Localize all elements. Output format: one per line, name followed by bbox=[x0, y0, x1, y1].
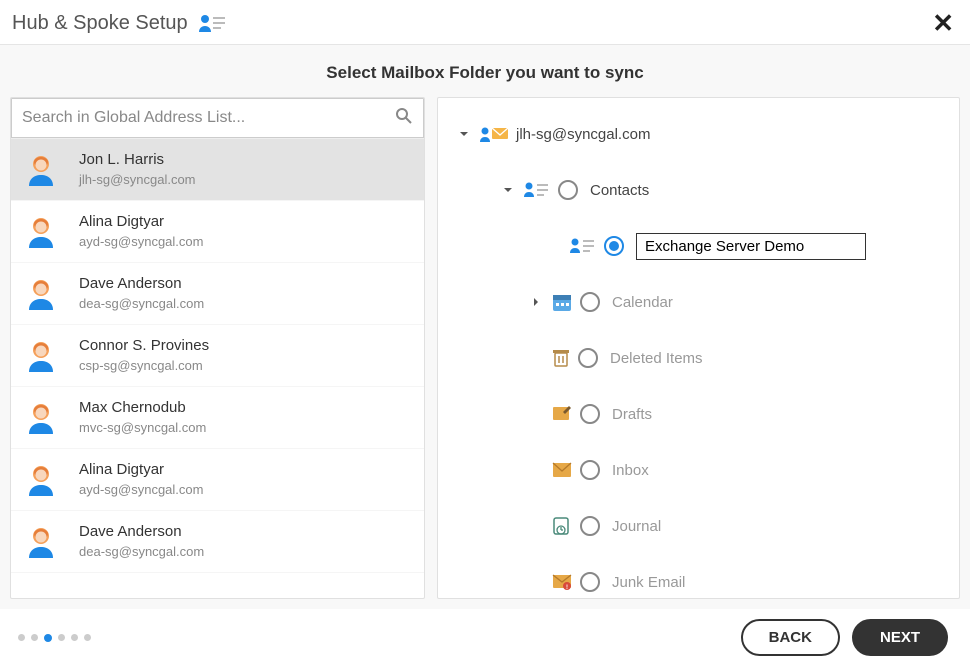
contact-item[interactable]: Alina Digtyar ayd-sg@syncgal.com bbox=[11, 201, 424, 263]
contacts-header-icon bbox=[198, 12, 228, 34]
tree-journal-label: Journal bbox=[612, 518, 661, 535]
contact-email: ayd-sg@syncgal.com bbox=[79, 234, 203, 251]
contact-name: Alina Digtyar bbox=[79, 460, 203, 480]
tree-contacts-label: Contacts bbox=[590, 182, 649, 199]
tree-root-label: jlh-sg@syncgal.com bbox=[516, 126, 650, 143]
caret-down-icon[interactable] bbox=[502, 184, 514, 196]
calendar-icon bbox=[552, 292, 572, 312]
junk-icon: ! bbox=[552, 573, 572, 591]
contact-name: Jon L. Harris bbox=[79, 150, 196, 170]
tree-junk-row[interactable]: ! Junk Email bbox=[450, 564, 947, 599]
step-dot bbox=[71, 634, 78, 641]
contact-item[interactable]: Jon L. Harris jlh-sg@syncgal.com bbox=[11, 139, 424, 201]
avatar bbox=[23, 524, 59, 560]
tree-journal-row[interactable]: Journal bbox=[450, 508, 947, 544]
next-button[interactable]: NEXT bbox=[852, 619, 948, 656]
contact-email: mvc-sg@syncgal.com bbox=[79, 420, 206, 437]
contact-info: Connor S. Provines csp-sg@syncgal.com bbox=[79, 336, 209, 374]
tree-calendar-row[interactable]: Calendar bbox=[450, 284, 947, 320]
address-list-panel: Jon L. Harris jlh-sg@syncgal.com Alina D… bbox=[10, 97, 425, 599]
folder-name-input[interactable] bbox=[636, 233, 866, 260]
tree-deleted-row[interactable]: Deleted Items bbox=[450, 340, 947, 376]
contact-email: dea-sg@syncgal.com bbox=[79, 296, 204, 313]
tree-root-row[interactable]: jlh-sg@syncgal.com bbox=[450, 116, 947, 152]
step-dot bbox=[84, 634, 91, 641]
radio-selected-folder[interactable] bbox=[604, 236, 624, 256]
caret-down-icon[interactable] bbox=[458, 128, 470, 140]
subtitle: Select Mailbox Folder you want to sync bbox=[0, 45, 970, 97]
tree-deleted-label: Deleted Items bbox=[610, 350, 703, 367]
contact-info: Dave Anderson dea-sg@syncgal.com bbox=[79, 522, 204, 560]
trash-icon bbox=[552, 348, 570, 368]
radio-deleted-items[interactable] bbox=[578, 348, 598, 368]
contact-name: Alina Digtyar bbox=[79, 212, 203, 232]
contact-email: ayd-sg@syncgal.com bbox=[79, 482, 203, 499]
back-button[interactable]: BACK bbox=[741, 619, 840, 656]
tree-drafts-row[interactable]: Drafts bbox=[450, 396, 947, 432]
step-dot bbox=[31, 634, 38, 641]
radio-calendar[interactable] bbox=[580, 292, 600, 312]
folder-tree-panel: jlh-sg@syncgal.com bbox=[437, 97, 960, 599]
contact-info: Dave Anderson dea-sg@syncgal.com bbox=[79, 274, 204, 312]
radio-contacts[interactable] bbox=[558, 180, 578, 200]
drafts-icon bbox=[552, 405, 572, 423]
step-dot bbox=[58, 634, 65, 641]
close-button[interactable]: ✕ bbox=[932, 10, 954, 36]
search-input[interactable] bbox=[22, 109, 395, 127]
contact-email: dea-sg@syncgal.com bbox=[79, 544, 204, 561]
journal-icon bbox=[552, 516, 572, 536]
contact-email: csp-sg@syncgal.com bbox=[79, 358, 209, 375]
tree-calendar-label: Calendar bbox=[612, 294, 673, 311]
avatar bbox=[23, 338, 59, 374]
step-dot bbox=[44, 634, 52, 642]
header: Hub & Spoke Setup ✕ bbox=[0, 0, 970, 45]
tree-inbox-row[interactable]: Inbox bbox=[450, 452, 947, 488]
svg-text:!: ! bbox=[566, 585, 568, 591]
contact-name: Dave Anderson bbox=[79, 522, 204, 542]
radio-junk[interactable] bbox=[580, 572, 600, 592]
contact-email: jlh-sg@syncgal.com bbox=[79, 172, 196, 189]
contact-info: Max Chernodub mvc-sg@syncgal.com bbox=[79, 398, 206, 436]
mailbox-icon bbox=[480, 125, 508, 143]
footer-buttons: BACK NEXT bbox=[741, 619, 948, 656]
panels: Jon L. Harris jlh-sg@syncgal.com Alina D… bbox=[0, 97, 970, 609]
caret-right-icon[interactable] bbox=[530, 296, 542, 308]
contact-name: Max Chernodub bbox=[79, 398, 206, 418]
contact-name: Connor S. Provines bbox=[79, 336, 209, 356]
contact-item[interactable]: Alina Digtyar ayd-sg@syncgal.com bbox=[11, 449, 424, 511]
inbox-icon bbox=[552, 461, 572, 479]
avatar bbox=[23, 214, 59, 250]
contact-item[interactable]: Connor S. Provines csp-sg@syncgal.com bbox=[11, 325, 424, 387]
contact-info: Jon L. Harris jlh-sg@syncgal.com bbox=[79, 150, 196, 188]
search-wrap bbox=[11, 98, 424, 138]
avatar bbox=[23, 400, 59, 436]
radio-journal[interactable] bbox=[580, 516, 600, 536]
contact-item[interactable]: Max Chernodub mvc-sg@syncgal.com bbox=[11, 387, 424, 449]
contacts-folder-icon bbox=[524, 181, 550, 199]
contacts-folder-icon bbox=[570, 237, 596, 255]
tree-drafts-label: Drafts bbox=[612, 406, 652, 423]
tree-contacts-row[interactable]: Contacts bbox=[450, 172, 947, 208]
avatar bbox=[23, 462, 59, 498]
step-indicator bbox=[18, 634, 91, 642]
contact-name: Dave Anderson bbox=[79, 274, 204, 294]
content-area: Select Mailbox Folder you want to sync J… bbox=[0, 45, 970, 609]
tree-junk-label: Junk Email bbox=[612, 574, 685, 591]
footer: BACK NEXT bbox=[0, 609, 970, 670]
contact-info: Alina Digtyar ayd-sg@syncgal.com bbox=[79, 460, 203, 498]
contact-item[interactable]: Dave Anderson dea-sg@syncgal.com bbox=[11, 263, 424, 325]
avatar bbox=[23, 152, 59, 188]
radio-inbox[interactable] bbox=[580, 460, 600, 480]
step-dot bbox=[18, 634, 25, 641]
contact-list: Jon L. Harris jlh-sg@syncgal.com Alina D… bbox=[11, 138, 424, 598]
contact-item[interactable]: Dave Anderson dea-sg@syncgal.com bbox=[11, 511, 424, 573]
page-title: Hub & Spoke Setup bbox=[12, 12, 188, 35]
folder-tree: jlh-sg@syncgal.com bbox=[438, 98, 959, 599]
contact-info: Alina Digtyar ayd-sg@syncgal.com bbox=[79, 212, 203, 250]
radio-drafts[interactable] bbox=[580, 404, 600, 424]
tree-inbox-label: Inbox bbox=[612, 462, 649, 479]
search-icon[interactable] bbox=[395, 107, 413, 130]
tree-selected-row[interactable] bbox=[450, 228, 947, 264]
avatar bbox=[23, 276, 59, 312]
